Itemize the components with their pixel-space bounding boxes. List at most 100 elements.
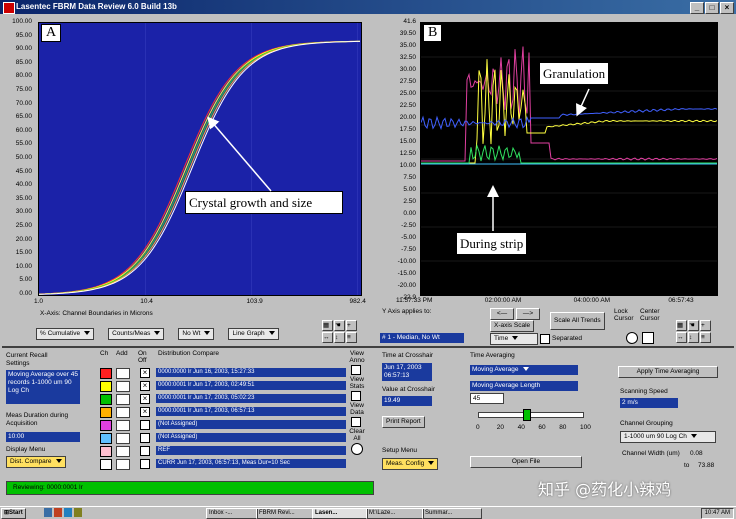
channel-color-swatch[interactable] — [100, 368, 112, 379]
taskbar-item-fbrm[interactable]: FBRM Revi... — [256, 508, 314, 519]
crosshair-tool-icon[interactable]: + — [700, 320, 711, 331]
add-button[interactable] — [116, 459, 130, 470]
y-scale-icon[interactable]: ↕ — [688, 332, 699, 343]
scroll-left-icon[interactable]: <— — [490, 308, 514, 320]
add-button[interactable] — [116, 368, 130, 379]
apply-time-averaging-button[interactable]: Apply Time Averaging — [618, 366, 718, 378]
maximize-button[interactable]: □ — [705, 2, 719, 14]
channel-color-swatch[interactable] — [100, 446, 112, 457]
start-button[interactable]: ⊞Start — [1, 508, 26, 519]
y-tick-label: 55.00 — [15, 140, 32, 148]
distribution-entry[interactable]: CURR Jun 17, 2003, 06:57:13, Meas Dur=10… — [156, 459, 346, 468]
view-toggle-checkbox[interactable] — [351, 417, 361, 427]
distribution-entry[interactable]: (Not Assigned) — [156, 420, 346, 429]
setup-menu-dropdown[interactable]: Meas. Config — [382, 458, 439, 470]
distribution-entry[interactable]: 0000:0001 lr Jun 17, 2003, 02:49:51 — [156, 381, 346, 390]
y-scale-icon[interactable]: ↕ — [334, 332, 345, 343]
view-toggle-checkbox[interactable] — [351, 443, 363, 455]
distribution-entry[interactable]: REF — [156, 446, 346, 455]
quick-launch-icon[interactable] — [74, 508, 82, 517]
close-button[interactable]: × — [720, 2, 734, 14]
format-icon[interactable]: ≡ — [700, 332, 711, 343]
zoom-tool-icon[interactable]: ▦ — [676, 320, 687, 331]
scroll-right-icon[interactable]: —> — [516, 308, 540, 320]
hand-tool-icon[interactable]: ☚ — [334, 320, 345, 331]
zoom-tool-icon[interactable]: ▦ — [322, 320, 333, 331]
quick-launch-icon[interactable] — [54, 508, 62, 517]
y-tick-label: 60.00 — [15, 126, 32, 134]
cumulative-dropdown[interactable]: % Cumulative — [36, 328, 95, 340]
quick-launch-icon[interactable] — [64, 508, 72, 517]
print-report-button[interactable]: Print Report — [382, 416, 425, 428]
channel-color-swatch[interactable] — [100, 433, 112, 444]
channel-color-swatch[interactable] — [100, 381, 112, 392]
value-at-crosshair-value: 19.49 — [382, 396, 432, 406]
setup-menu-label: Setup Menu — [382, 447, 418, 454]
averaging-mode-dropdown[interactable]: Moving Average — [470, 365, 578, 375]
crosshair-tool-icon[interactable]: + — [346, 320, 357, 331]
taskbar-item-inbox[interactable]: Inbox -... — [206, 508, 258, 519]
add-button[interactable] — [116, 433, 130, 444]
x-scale-icon[interactable]: ↔ — [676, 332, 687, 343]
graph-type-dropdown[interactable]: Line Graph — [228, 328, 279, 340]
on-off-checkbox[interactable] — [140, 459, 150, 469]
display-menu-dropdown[interactable]: Dist. Compare — [6, 456, 66, 468]
view-toggle-checkbox[interactable] — [351, 365, 361, 375]
y-axis-applies-dropdown[interactable]: # 1 - Median, No Wt — [380, 333, 464, 343]
format-icon[interactable]: ≡ — [346, 332, 357, 343]
distribution-entry[interactable]: 0000:0001 lr Jun 17, 2003, 05:02:23 — [156, 394, 346, 403]
time-dropdown[interactable]: Time — [490, 333, 538, 345]
x-axis-scale-button[interactable]: X-axis Scale — [490, 320, 535, 332]
add-button[interactable] — [116, 446, 130, 457]
minimize-button[interactable]: _ — [690, 2, 704, 14]
on-off-checkbox[interactable] — [140, 433, 150, 443]
y-tick-label: 65.00 — [15, 113, 32, 121]
separated-checkbox[interactable] — [540, 334, 550, 344]
table-row: CURR Jun 17, 2003, 06:57:13, Meas Dur=10… — [98, 459, 346, 470]
hand-tool-icon[interactable]: ☚ — [688, 320, 699, 331]
on-off-checkbox[interactable]: × — [140, 407, 150, 417]
on-off-checkbox[interactable]: × — [140, 381, 150, 391]
distribution-entry[interactable]: (Not Assigned) — [156, 433, 346, 442]
scale-all-trends-button[interactable]: Scale All Trends — [550, 312, 605, 330]
on-off-checkbox[interactable]: × — [140, 394, 150, 404]
panel-b-plot[interactable]: B Granulation During strip — [420, 22, 718, 296]
slider-thumb[interactable] — [522, 409, 531, 421]
taskbar-item-summary[interactable]: Summar... — [422, 508, 482, 519]
y-tick-label: 0.00 — [403, 210, 416, 217]
moving-average-length-input[interactable]: 45 — [470, 393, 504, 404]
on-off-checkbox[interactable] — [140, 420, 150, 430]
add-button[interactable] — [116, 420, 130, 431]
panel-a-controls: % Cumulative Counts/Meas No Wt Line Grap… — [36, 328, 279, 340]
channel-width-to-value: 73.88 — [698, 462, 715, 469]
quick-launch-icon[interactable] — [44, 508, 52, 517]
channel-color-swatch[interactable] — [100, 407, 112, 418]
taskbar-item-lasentec[interactable]: Lasen... — [312, 508, 368, 519]
taskbar-item-laze[interactable]: M:\Laze... — [366, 508, 424, 519]
cursor-control-icons — [626, 332, 654, 344]
distribution-entry[interactable]: 0000:0000 lr Jun 16, 2003, 15:27:33 — [156, 368, 346, 377]
panel-a-plot[interactable]: A Crystal growth and size — [38, 22, 362, 296]
x-tick-label: 11:57:33 PM — [396, 297, 433, 304]
view-toggle-checkbox[interactable] — [351, 391, 361, 401]
counts-dropdown[interactable]: Counts/Meas — [108, 328, 165, 340]
on-off-checkbox[interactable]: × — [140, 368, 150, 378]
view-toggle-label: Clear All — [349, 428, 365, 442]
channel-color-swatch[interactable] — [100, 420, 112, 431]
add-button[interactable] — [116, 407, 130, 418]
on-off-checkbox[interactable] — [140, 446, 150, 456]
lock-cursor-icon[interactable] — [626, 332, 638, 344]
x-scale-icon[interactable]: ↔ — [322, 332, 333, 343]
channel-color-swatch[interactable] — [100, 459, 112, 470]
distribution-entry[interactable]: 0000:0001 lr Jun 17, 2003, 06:57:13 — [156, 407, 346, 416]
display-menu-label: Display Menu — [6, 446, 46, 453]
channel-grouping-dropdown[interactable]: 1-1000 um 90 Log Ch — [620, 431, 716, 443]
slider-ticks: 0 20 40 60 80 100 — [476, 424, 591, 432]
open-file-button[interactable]: Open File — [470, 456, 582, 468]
average-length-slider[interactable] — [478, 409, 584, 421]
weighting-dropdown[interactable]: No Wt — [178, 328, 215, 340]
add-button[interactable] — [116, 394, 130, 405]
add-button[interactable] — [116, 381, 130, 392]
channel-color-swatch[interactable] — [100, 394, 112, 405]
center-cursor-icon[interactable] — [642, 332, 654, 344]
